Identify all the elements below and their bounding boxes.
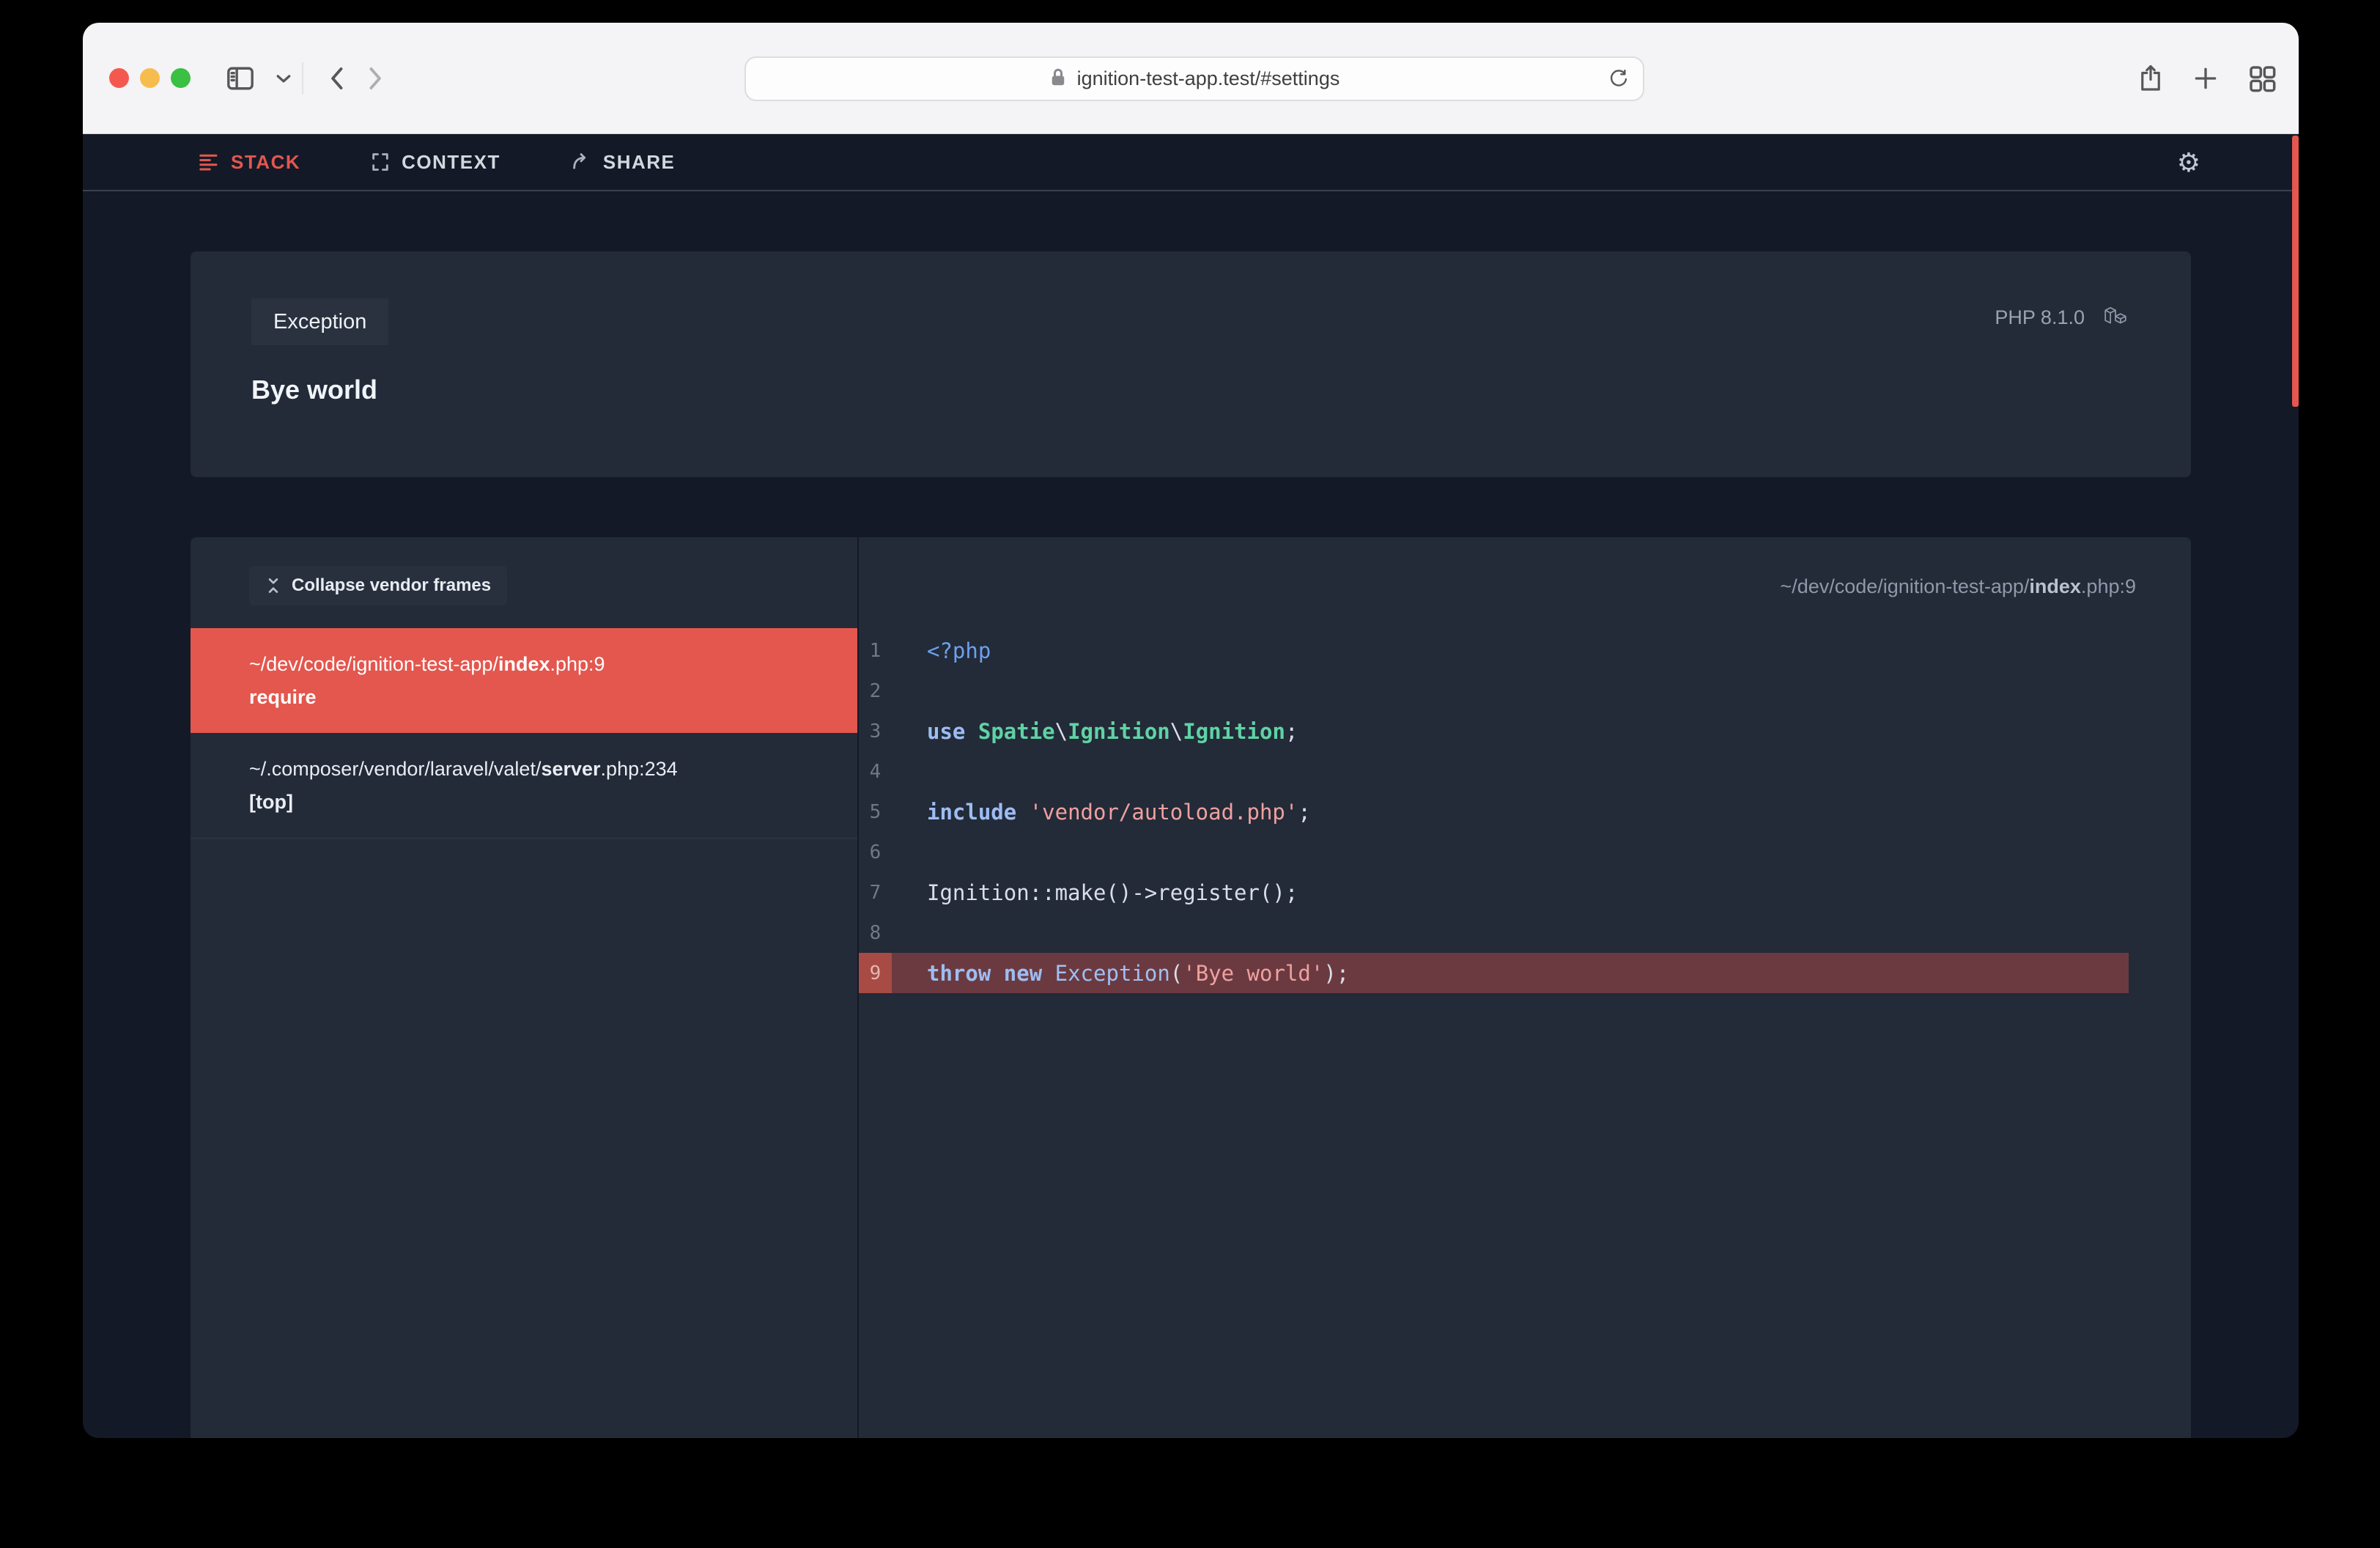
code-text xyxy=(892,832,927,872)
stack-frame-active[interactable]: ~/dev/code/ignition-test-app/index.php:9… xyxy=(191,628,857,733)
code-line-1: 1<?php xyxy=(859,630,2191,671)
settings-gear-icon[interactable]: ⚙ xyxy=(2177,134,2200,191)
ignition-navbar: STACK CONTEXT SHARE ⚙ xyxy=(83,134,2299,191)
toolbar-right-icons xyxy=(2137,23,2277,134)
code-line-8: 8 xyxy=(859,913,2191,953)
browser-window: ignition-test-app.test/#settings xyxy=(83,23,2299,1438)
frame-path: ~/.composer/vendor/laravel/valet/server.… xyxy=(249,758,857,781)
code-text: throw new Exception('Bye world'); xyxy=(892,953,2129,993)
share-arrow-icon xyxy=(570,152,592,172)
code-line-9: 9throw new Exception('Bye world'); xyxy=(859,953,2129,993)
code-text: Ignition::make()->register(); xyxy=(892,872,1298,913)
toolbar-divider xyxy=(302,62,303,95)
line-number: 3 xyxy=(859,711,892,751)
tab-share[interactable]: SHARE xyxy=(570,151,676,174)
stack-icon xyxy=(198,151,220,173)
back-button-icon[interactable] xyxy=(327,64,346,93)
close-window-button[interactable] xyxy=(109,68,129,88)
context-icon xyxy=(370,152,391,172)
tab-share-label: SHARE xyxy=(603,151,676,174)
code-line-3: 3use Spatie\Ignition\Ignition; xyxy=(859,711,2191,751)
sidebar-toggle-icon[interactable] xyxy=(226,66,255,91)
stack-trace-section: Collapse vendor frames ~/dev/code/igniti… xyxy=(191,537,2191,1438)
code-snippet-pane: ~/dev/code/ignition-test-app/index.php:9… xyxy=(859,537,2191,1438)
code-file-path: ~/dev/code/ignition-test-app/index.php:9 xyxy=(859,537,2191,598)
line-number: 6 xyxy=(859,832,892,872)
code-lines: 1<?php23use Spatie\Ignition\Ignition;45i… xyxy=(859,630,2191,993)
exception-card: Exception Bye world PHP 8.1.0 xyxy=(191,251,2191,477)
lock-icon xyxy=(1049,66,1067,92)
chevron-down-icon[interactable] xyxy=(276,73,292,84)
toolbar-left-icons xyxy=(226,62,385,95)
collapse-icon xyxy=(265,577,281,594)
exception-message: Bye world xyxy=(251,375,2129,405)
exception-type-badge: Exception xyxy=(251,298,388,345)
tab-stack-label: STACK xyxy=(231,151,300,174)
page-scrollbar-thumb[interactable] xyxy=(2292,136,2299,407)
code-text xyxy=(892,671,927,711)
code-text xyxy=(892,913,927,953)
collapse-vendor-frames-button[interactable]: Collapse vendor frames xyxy=(249,566,507,605)
line-number: 9 xyxy=(859,953,892,993)
page-content: Exception Bye world PHP 8.1.0 xyxy=(83,191,2299,1438)
line-number: 5 xyxy=(859,792,892,832)
frame-method: require xyxy=(249,686,857,709)
browser-toolbar: ignition-test-app.test/#settings xyxy=(83,23,2299,134)
tab-overview-icon[interactable] xyxy=(2247,64,2277,93)
new-tab-icon[interactable] xyxy=(2192,64,2220,92)
tab-context[interactable]: CONTEXT xyxy=(370,151,500,174)
code-line-2: 2 xyxy=(859,671,2191,711)
code-text: use Spatie\Ignition\Ignition; xyxy=(892,711,1298,751)
frame-path: ~/dev/code/ignition-test-app/index.php:9 xyxy=(249,653,857,676)
reload-icon[interactable] xyxy=(1608,65,1630,93)
line-number: 8 xyxy=(859,913,892,953)
zoom-window-button[interactable] xyxy=(171,68,191,88)
php-version-text: PHP 8.1.0 xyxy=(1995,306,2085,329)
forward-button-icon[interactable] xyxy=(366,64,385,93)
frame-method: [top] xyxy=(249,791,857,814)
code-line-6: 6 xyxy=(859,832,2191,872)
code-line-5: 5include 'vendor/autoload.php'; xyxy=(859,792,2191,832)
stack-frames-pane: Collapse vendor frames ~/dev/code/igniti… xyxy=(191,537,859,1438)
php-version-badge: PHP 8.1.0 xyxy=(1995,304,2129,331)
url-text: ignition-test-app.test/#settings xyxy=(1077,67,1340,90)
traffic-lights xyxy=(109,68,191,88)
line-number: 1 xyxy=(859,630,892,671)
minimize-window-button[interactable] xyxy=(140,68,160,88)
code-text: <?php xyxy=(892,630,991,671)
code-text xyxy=(892,751,927,792)
stack-frame-vendor[interactable]: ~/.composer/vendor/laravel/valet/server.… xyxy=(191,733,857,839)
code-text: include 'vendor/autoload.php'; xyxy=(892,792,1311,832)
laravel-icon xyxy=(2102,304,2129,331)
tab-stack[interactable]: STACK xyxy=(198,151,300,174)
line-number: 4 xyxy=(859,751,892,792)
address-bar[interactable]: ignition-test-app.test/#settings xyxy=(744,56,1644,101)
line-number: 7 xyxy=(859,872,892,913)
line-number: 2 xyxy=(859,671,892,711)
tab-context-label: CONTEXT xyxy=(402,151,500,174)
code-line-4: 4 xyxy=(859,751,2191,792)
code-line-7: 7Ignition::make()->register(); xyxy=(859,872,2191,913)
share-icon[interactable] xyxy=(2137,62,2164,95)
collapse-button-label: Collapse vendor frames xyxy=(292,575,491,596)
